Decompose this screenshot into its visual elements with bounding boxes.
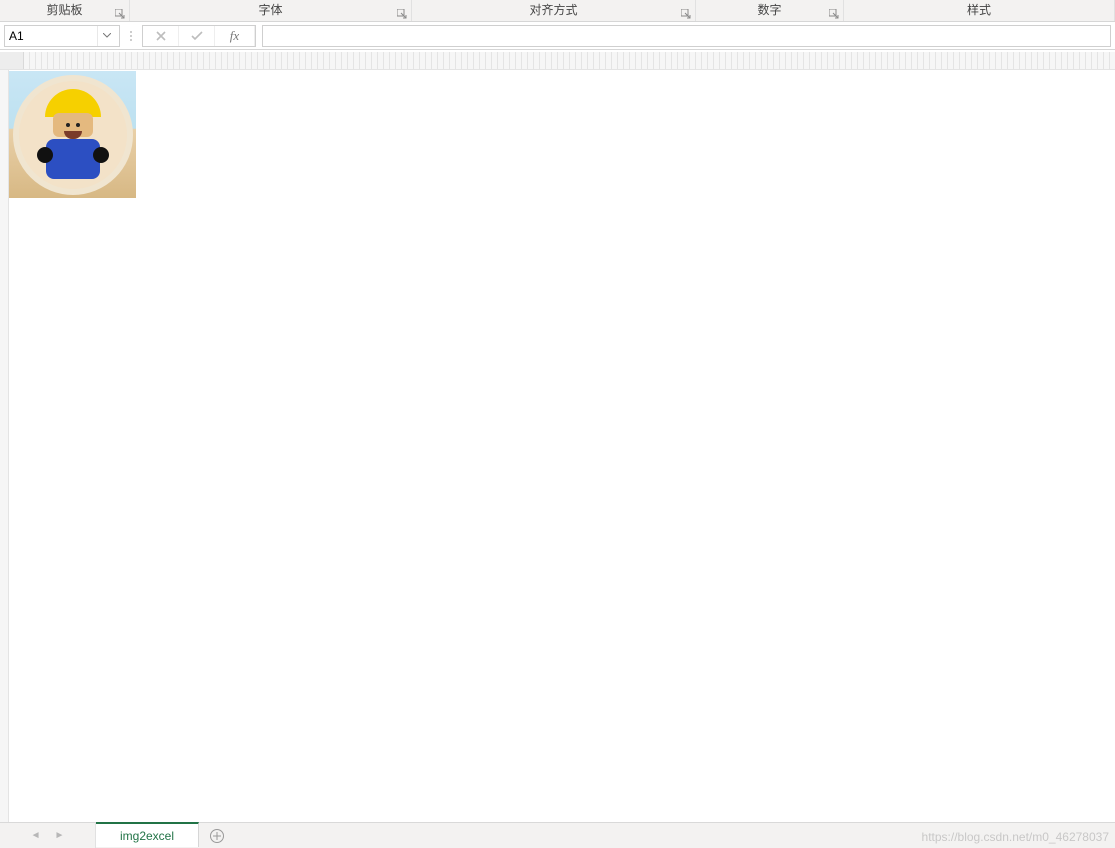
add-sheet-button[interactable] bbox=[199, 823, 235, 848]
ribbon-group-styles: 样式 bbox=[844, 0, 1115, 21]
sheet-nav-prev[interactable]: ◄ bbox=[31, 830, 41, 841]
tiny-columns[interactable] bbox=[24, 52, 1115, 69]
confirm-button[interactable] bbox=[179, 26, 215, 46]
select-all-corner[interactable] bbox=[0, 52, 24, 69]
dialog-launcher-icon[interactable] bbox=[397, 9, 407, 19]
column-headers[interactable] bbox=[0, 52, 1115, 70]
sheet-area bbox=[0, 70, 1115, 822]
formula-buttons: fx bbox=[142, 25, 256, 47]
chevron-down-icon bbox=[103, 33, 111, 38]
sheet-tab-active[interactable]: img2excel bbox=[96, 822, 199, 847]
avatar-circle bbox=[13, 75, 133, 195]
ribbon-group-label: 对齐方式 bbox=[529, 3, 577, 17]
plus-circle-icon bbox=[209, 828, 225, 844]
ribbon-group-align: 对齐方式 bbox=[412, 0, 696, 21]
watermark-text: https://blog.csdn.net/m0_46278037 bbox=[922, 830, 1109, 844]
name-box[interactable] bbox=[4, 25, 120, 47]
ribbon-group-font: 字体 bbox=[130, 0, 412, 21]
sheet-nav-next[interactable]: ► bbox=[55, 830, 65, 841]
fx-label: fx bbox=[230, 28, 239, 44]
formula-input[interactable] bbox=[262, 25, 1111, 47]
embedded-picture[interactable] bbox=[9, 71, 136, 198]
close-icon bbox=[155, 30, 167, 42]
ribbon-group-label: 字体 bbox=[258, 3, 282, 17]
name-box-input[interactable] bbox=[5, 26, 97, 46]
check-icon bbox=[190, 30, 204, 42]
cancel-button[interactable] bbox=[143, 26, 179, 46]
formula-bar: fx bbox=[0, 22, 1115, 50]
ribbon-group-number: 数字 bbox=[696, 0, 844, 21]
sheet-nav: ◄ ► bbox=[0, 823, 96, 848]
ribbon-group-label: 数字 bbox=[757, 3, 781, 17]
sheet-tab-label: img2excel bbox=[120, 829, 174, 843]
dialog-launcher-icon[interactable] bbox=[115, 9, 125, 19]
ribbon-group-labels: 剪贴板 字体 对齐方式 数字 样式 bbox=[0, 0, 1115, 22]
ribbon-group-label: 剪贴板 bbox=[46, 3, 82, 17]
sheet-tab-strip: ◄ ► img2excel https://blog.csdn.net/m0_4… bbox=[0, 822, 1115, 848]
cells-canvas[interactable] bbox=[9, 70, 1115, 822]
name-box-dropdown[interactable] bbox=[97, 26, 115, 46]
ribbon-group-label: 样式 bbox=[967, 3, 991, 17]
dialog-launcher-icon[interactable] bbox=[829, 9, 839, 19]
ribbon-group-clipboard: 剪贴板 bbox=[0, 0, 130, 21]
insert-function-button[interactable]: fx bbox=[215, 26, 255, 46]
separator bbox=[126, 31, 136, 41]
dog-minion-illustration bbox=[19, 81, 127, 189]
row-headers[interactable] bbox=[0, 70, 9, 822]
dialog-launcher-icon[interactable] bbox=[681, 9, 691, 19]
picture-background bbox=[9, 71, 136, 198]
